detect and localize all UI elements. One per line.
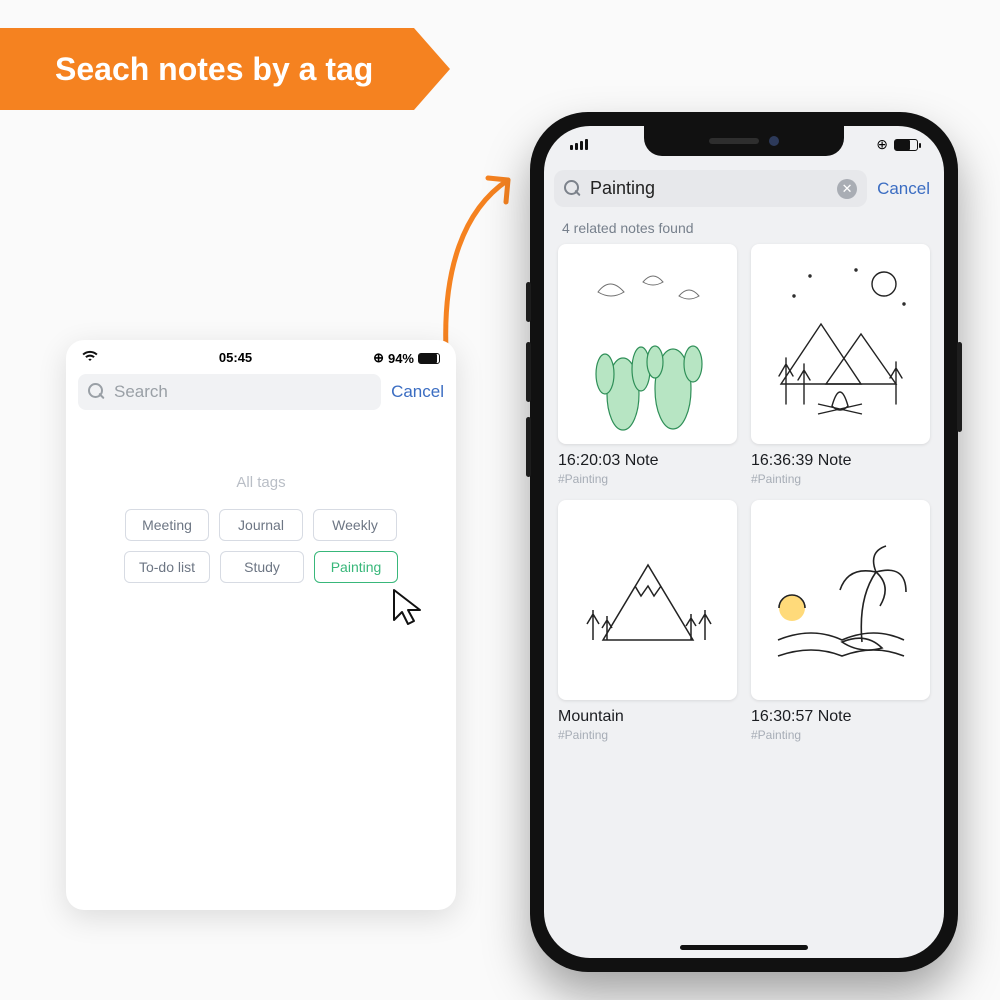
note-title: 16:20:03 Note — [558, 452, 737, 470]
arrow — [428, 150, 528, 370]
tag-chip-todo-list[interactable]: To-do list — [124, 551, 210, 583]
note-card[interactable]: 16:36:39 Note #Painting — [751, 244, 930, 486]
search-input[interactable]: Search — [78, 374, 381, 410]
note-title: 16:36:39 Note — [751, 452, 930, 470]
note-card[interactable]: 16:20:03 Note #Painting — [558, 244, 737, 486]
phone-search-value: Painting — [590, 178, 829, 199]
tag-chip-meeting[interactable]: Meeting — [125, 509, 209, 541]
phone-screen: 5:20 PM ⊕ Painting ✕ Cancel 4 related no… — [544, 126, 944, 958]
statusbar-time: 05:45 — [219, 350, 252, 366]
banner-text: Seach notes by a tag — [55, 51, 373, 88]
phone-notch — [644, 126, 844, 156]
tag-chip-journal[interactable]: Journal — [219, 509, 303, 541]
note-card[interactable]: 16:30:57 Note #Painting — [751, 500, 930, 742]
tag-chip-weekly[interactable]: Weekly — [313, 509, 397, 541]
tag-list-card: 05:45 ⊕ 94% Search Cancel All tags Meeti… — [66, 340, 456, 910]
cancel-button[interactable]: Cancel — [391, 382, 444, 402]
tag-chip-painting[interactable]: Painting — [314, 551, 398, 583]
all-tags-label: All tags — [66, 474, 456, 491]
search-row: Search Cancel — [66, 366, 456, 418]
note-thumbnail-cactus — [558, 244, 737, 444]
note-title: 16:30:57 Note — [751, 708, 930, 726]
note-thumbnail-campfire — [751, 244, 930, 444]
search-icon — [88, 383, 106, 401]
statusbar: 05:45 ⊕ 94% — [66, 340, 456, 366]
note-tag: #Painting — [751, 472, 930, 486]
tag-list: Meeting Journal Weekly To-do list Study … — [66, 509, 456, 583]
note-thumbnail-island — [751, 500, 930, 700]
wifi-icon — [82, 350, 98, 366]
phone-search-input[interactable]: Painting ✕ — [554, 170, 867, 207]
phone-search-row: Painting ✕ Cancel — [554, 170, 934, 207]
battery-icon — [894, 139, 918, 151]
note-title: Mountain — [558, 708, 737, 726]
results-grid: 16:20:03 Note #Painting — [558, 244, 930, 742]
statusbar-battery: 94% — [388, 351, 414, 366]
note-tag: #Painting — [558, 472, 737, 486]
note-thumbnail-mountain — [558, 500, 737, 700]
home-indicator[interactable] — [680, 945, 808, 950]
banner: Seach notes by a tag — [0, 28, 450, 110]
close-icon: ✕ — [842, 182, 853, 195]
phone-frame: 5:20 PM ⊕ Painting ✕ Cancel 4 related no… — [530, 112, 958, 972]
note-tag: #Painting — [751, 728, 930, 742]
search-placeholder: Search — [114, 382, 168, 402]
note-tag: #Painting — [558, 728, 737, 742]
rotation-lock-icon: ⊕ — [373, 350, 384, 366]
phone-cancel-button[interactable]: Cancel — [877, 179, 934, 199]
note-card[interactable]: Mountain #Painting — [558, 500, 737, 742]
rotation-lock-icon: ⊕ — [876, 136, 888, 153]
clear-search-button[interactable]: ✕ — [837, 179, 857, 199]
results-count-label: 4 related notes found — [562, 220, 694, 236]
signal-icon — [570, 139, 588, 150]
cursor-icon — [388, 586, 432, 630]
search-icon — [564, 180, 582, 198]
tag-chip-study[interactable]: Study — [220, 551, 304, 583]
